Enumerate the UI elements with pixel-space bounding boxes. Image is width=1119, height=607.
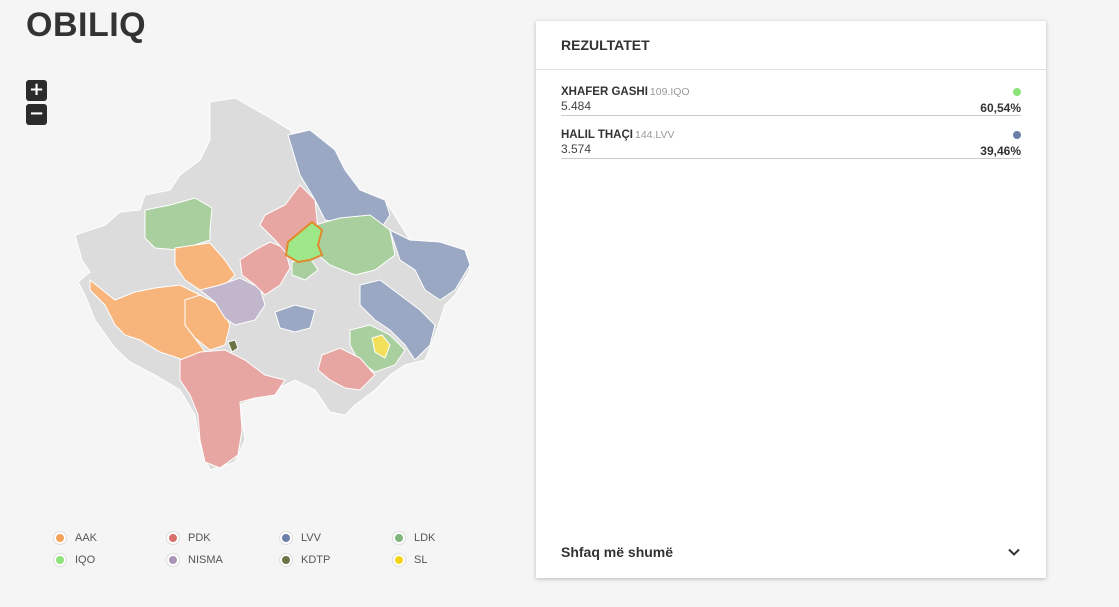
results-header: REZULTATET [536,21,1046,70]
results-list: XHAFER GASHI 109.IQO 5.484 60,54% HALIL T… [536,70,1046,159]
legend-dot [54,532,66,544]
legend-label: KDTP [301,554,331,566]
candidate-name-row: HALIL THAÇI 144.LVV [561,128,1021,142]
legend-label: PDK [188,532,211,544]
kosovo-municipality-map[interactable] [60,90,480,480]
show-more-label: Shfaq më shumë [561,544,674,560]
legend-label: LVV [301,532,321,544]
page-title: OBILIQ [26,6,147,44]
candidate-code: 109.IQO [649,86,690,98]
legend-item-ldk: LDK [393,532,506,544]
result-row[interactable]: XHAFER GASHI 109.IQO 5.484 60,54% [561,85,1021,116]
show-more-button[interactable]: Shfaq më shumë [561,544,1021,560]
legend-dot [54,554,66,566]
candidate-name: HALIL THAÇI [561,129,633,141]
legend-item-lvv: LVV [280,532,393,544]
legend-dot [167,532,179,544]
legend-item-pdk: PDK [167,532,280,544]
candidate-code: 144.LVV [634,129,675,141]
legend-label: NISMA [188,554,223,566]
legend-label: IQO [75,554,96,566]
candidate-percent: 39,46% [980,144,1021,158]
party-color-dot [1013,88,1021,96]
legend-item-kdtp: KDTP [280,554,393,566]
legend-dot [280,554,292,566]
legend-item-nisma: NISMA [167,554,280,566]
legend-dot [280,532,292,544]
party-color-dot [1013,131,1021,139]
result-row[interactable]: HALIL THAÇI 144.LVV 3.574 39,46% [561,128,1021,159]
legend-item-aak: AAK [54,532,167,544]
legend-label: AAK [75,532,98,544]
candidate-name: XHAFER GASHI [561,86,648,98]
legend-dot [393,532,405,544]
legend-label: SL [414,554,428,566]
results-panel: REZULTATET XHAFER GASHI 109.IQO 5.484 60,… [536,21,1046,578]
candidate-votes: 3.574 [561,142,592,156]
candidate-percent: 60,54% [980,101,1021,115]
legend-item-sl: SL [393,554,506,566]
legend-dot [167,554,179,566]
candidate-name-row: XHAFER GASHI 109.IQO [561,85,1021,99]
legend-item-iqo: IQO [54,554,167,566]
legend-label: LDK [414,532,436,544]
map-legend: AAK PDK LVV LDK IQO NISMA KDTP SL [54,532,506,566]
legend-dot [393,554,405,566]
zoom-out-button[interactable]: − [26,104,47,125]
zoom-in-button[interactable]: + [26,80,47,101]
candidate-votes: 5.484 [561,99,592,113]
chevron-down-icon [1008,548,1020,556]
